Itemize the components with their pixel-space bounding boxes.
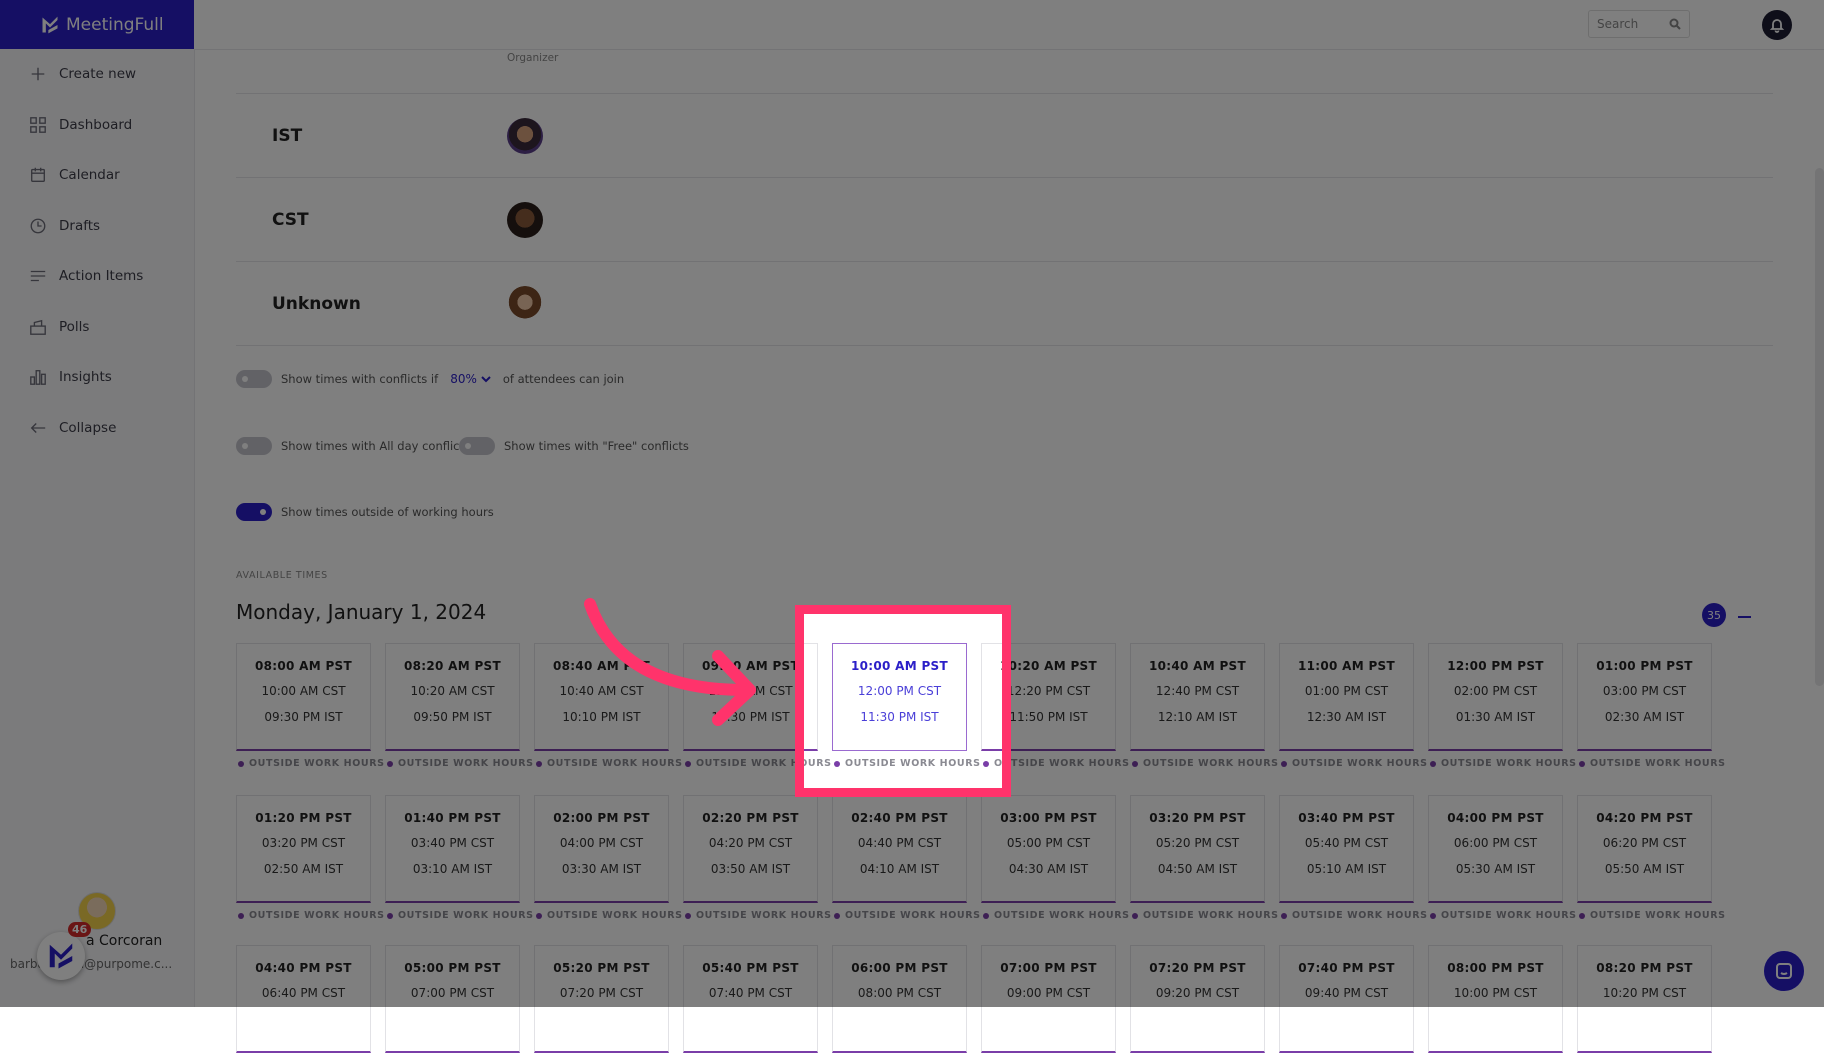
tutorial-overlay — [0, 797, 1824, 1007]
tag-label: OUTSIDE WORK HOURS — [845, 758, 981, 769]
tutorial-overlay — [0, 0, 1824, 605]
status-dot-icon — [983, 760, 989, 767]
tutorial-overlay — [1764, 951, 1804, 991]
slot-time-cst: 12:00 PM CST — [857, 684, 942, 698]
outside-work-hours-tag: OUTSIDE WORK HOURS — [834, 758, 981, 769]
time-slot-card-selected[interactable]: 10:00 AM PST 12:00 PM CST 11:30 PM IST — [832, 643, 967, 751]
status-dot-icon — [834, 760, 840, 767]
slot-time-pst: 10:00 AM PST — [850, 659, 948, 673]
tutorial-overlay — [1011, 605, 1824, 797]
slot-time-ist: 11:30 PM IST — [860, 710, 939, 724]
tutorial-overlay — [0, 605, 795, 797]
